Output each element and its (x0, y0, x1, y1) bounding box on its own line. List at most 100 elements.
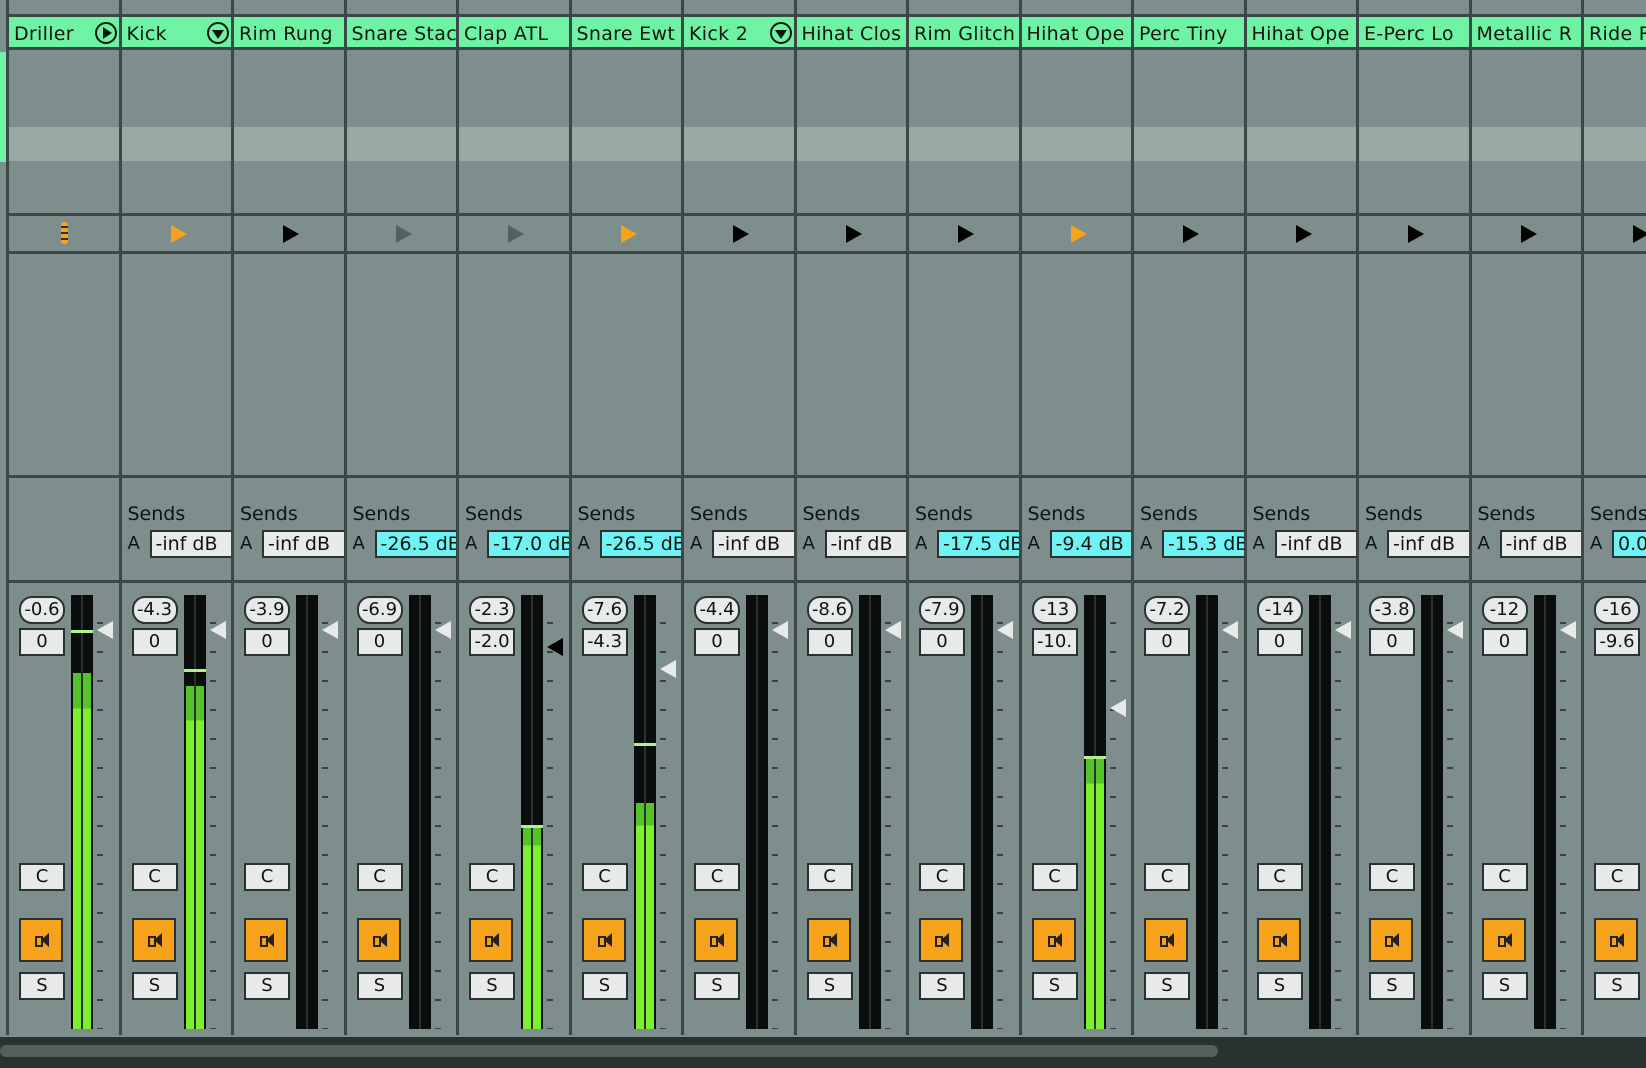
clip-slot-highlight[interactable] (1471, 127, 1584, 161)
track-activator-button[interactable] (1481, 918, 1526, 962)
clip-play-icon[interactable] (508, 225, 525, 243)
clip-play-icon[interactable] (958, 225, 975, 243)
clip-launch-cell[interactable] (347, 217, 460, 251)
clip-slot-highlight[interactable] (1359, 127, 1472, 161)
clip-launch-cell[interactable] (572, 217, 685, 251)
pan-value[interactable]: -8.6 (806, 596, 853, 624)
clip-play-icon[interactable] (1520, 225, 1537, 243)
crossfade-button[interactable]: C (356, 863, 403, 891)
crossfade-button[interactable]: C (1031, 863, 1078, 891)
send-a-value[interactable]: -inf dB (1499, 530, 1584, 558)
volume-value[interactable]: 0 (19, 628, 65, 656)
solo-button[interactable]: S (469, 972, 515, 1000)
volume-fader-handle[interactable] (1558, 619, 1578, 641)
solo-button[interactable]: S (1031, 972, 1078, 1000)
volume-fader-handle[interactable] (1333, 619, 1353, 641)
volume-fader-handle[interactable] (1221, 619, 1240, 641)
clip-slot-highlight[interactable] (571, 127, 684, 161)
clip-slot-highlight[interactable] (796, 127, 909, 161)
send-a-value[interactable]: -inf dB (149, 530, 234, 558)
volume-fader-handle[interactable] (996, 619, 1015, 641)
track-header[interactable]: Snare Ewt (571, 14, 684, 50)
track-header[interactable]: Kick 2 (684, 14, 797, 50)
clip-launch-cell[interactable] (909, 217, 1022, 251)
pan-value[interactable]: -7.9 (919, 596, 965, 624)
crossfade-button[interactable]: C (469, 863, 515, 891)
clip-slot-highlight[interactable] (1584, 127, 1646, 161)
track-header[interactable]: Snare Stac (346, 14, 459, 50)
track-header[interactable]: Metallic R (1471, 14, 1584, 50)
volume-value[interactable]: -10. (1031, 628, 1078, 656)
track-activator-button[interactable] (1031, 918, 1076, 962)
solo-button[interactable]: S (1481, 972, 1528, 1000)
clip-launch-cell[interactable] (234, 217, 347, 251)
clip-slot-highlight[interactable] (684, 127, 797, 161)
volume-fader-handle[interactable] (546, 636, 565, 658)
track-header[interactable]: Hihat Clos (796, 14, 909, 50)
pan-value[interactable]: -14 (1256, 596, 1303, 624)
crossfade-button[interactable]: C (1369, 863, 1415, 891)
volume-value[interactable]: -9.6 (1594, 628, 1640, 656)
clip-play-icon[interactable] (395, 225, 412, 243)
crossfade-button[interactable]: C (581, 863, 628, 891)
clip-play-icon[interactable] (1295, 225, 1312, 243)
volume-fader-handle[interactable] (433, 619, 453, 641)
clip-slot-highlight[interactable] (1021, 127, 1134, 161)
track-header[interactable]: Perc Tiny (1134, 14, 1247, 50)
solo-button[interactable]: S (581, 972, 628, 1000)
clip-launch-cell[interactable] (797, 217, 910, 251)
solo-button[interactable]: S (694, 972, 740, 1000)
send-a-value[interactable]: -inf dB (824, 530, 909, 558)
volume-value[interactable]: 0 (356, 628, 403, 656)
track-activator-button[interactable] (806, 918, 851, 962)
pan-value[interactable]: -0.6 (19, 596, 65, 624)
pan-value[interactable]: -13 (1031, 596, 1078, 624)
send-a-value[interactable]: -17.0 dB (487, 530, 572, 558)
clip-launch-cell[interactable] (1472, 217, 1585, 251)
send-a-value[interactable]: -15.3 dB (1162, 530, 1247, 558)
send-a-value[interactable]: -inf dB (1274, 530, 1359, 558)
pan-value[interactable]: -7.2 (1144, 596, 1190, 624)
clip-launch-cell[interactable] (1022, 217, 1135, 251)
volume-value[interactable]: 0 (244, 628, 290, 656)
track-activator-button[interactable] (1594, 918, 1638, 962)
clip-launch-cell[interactable] (1359, 217, 1472, 251)
track-activator-button[interactable] (1256, 918, 1301, 962)
track-header[interactable]: Hihat Ope (1021, 14, 1134, 50)
send-a-value[interactable]: -9.4 dB (1049, 530, 1134, 558)
clip-play-icon[interactable] (845, 225, 862, 243)
clip-slot-highlight[interactable] (459, 127, 572, 161)
pan-value[interactable]: -7.6 (581, 596, 628, 624)
track-activator-button[interactable] (469, 918, 513, 962)
track-header[interactable]: Ride R (1584, 14, 1646, 50)
volume-fader-handle[interactable] (96, 619, 115, 641)
volume-fader-handle[interactable] (658, 658, 678, 680)
send-a-value[interactable]: -inf dB (1387, 530, 1472, 558)
track-header[interactable]: Clap ATL (459, 14, 572, 50)
scrollbar-thumb[interactable] (0, 1045, 1218, 1057)
volume-value[interactable]: 0 (1369, 628, 1415, 656)
volume-value[interactable]: 0 (694, 628, 740, 656)
solo-button[interactable]: S (1256, 972, 1303, 1000)
send-a-value[interactable]: -17.5 dB (937, 530, 1022, 558)
volume-fader-handle[interactable] (321, 619, 340, 641)
crossfade-button[interactable]: C (1481, 863, 1528, 891)
volume-fader-handle[interactable] (883, 619, 903, 641)
volume-value[interactable]: 0 (1481, 628, 1528, 656)
clip-launch-cell[interactable] (1584, 217, 1646, 251)
clip-play-icon[interactable] (1633, 225, 1646, 243)
volume-value[interactable]: 0 (806, 628, 853, 656)
pan-value[interactable]: -4.4 (694, 596, 740, 624)
track-activator-button[interactable] (919, 918, 963, 962)
track-header[interactable]: Rim Glitch (909, 14, 1022, 50)
clip-launch-cell[interactable] (1134, 217, 1247, 251)
clip-play-icon[interactable] (733, 225, 750, 243)
pan-value[interactable]: -2.3 (469, 596, 515, 624)
solo-button[interactable]: S (1594, 972, 1640, 1000)
pan-value[interactable]: -6.9 (356, 596, 403, 624)
clip-play-icon[interactable] (1408, 225, 1425, 243)
pan-value[interactable]: -12 (1481, 596, 1528, 624)
send-a-value[interactable]: -26.5 dB (374, 530, 459, 558)
clip-slot-highlight[interactable] (909, 127, 1022, 161)
track-activator-button[interactable] (244, 918, 288, 962)
